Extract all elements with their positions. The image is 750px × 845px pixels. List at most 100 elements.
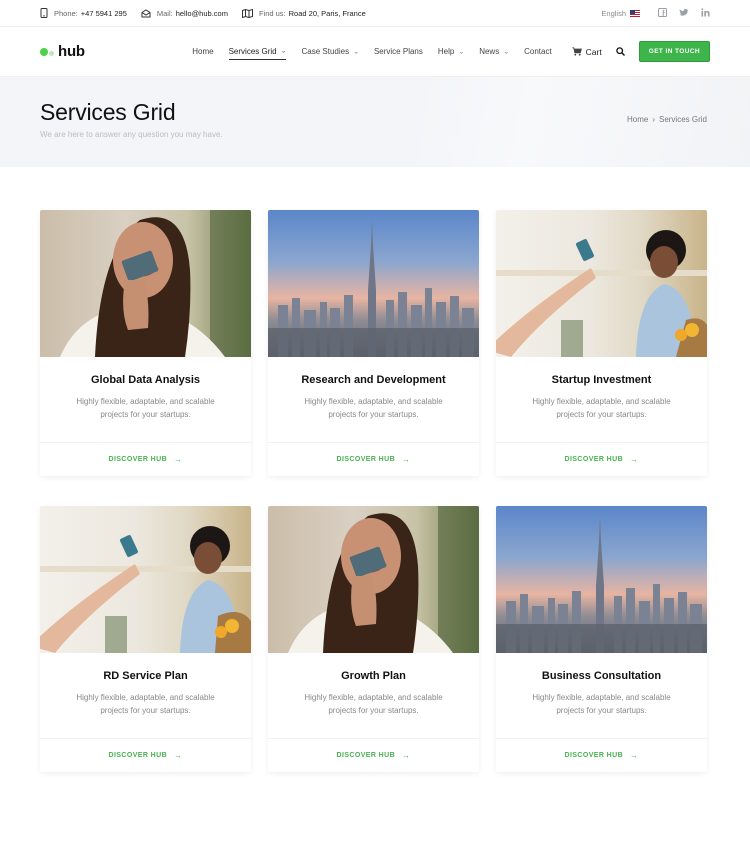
cart-icon	[571, 47, 582, 56]
card-description: Highly flexible, adaptable, and scalable…	[76, 693, 215, 715]
card-title[interactable]: Growth Plan	[268, 670, 479, 682]
card-title[interactable]: RD Service Plan	[40, 670, 251, 682]
discover-link[interactable]: DISCOVER HUB →	[268, 442, 479, 476]
mail-label: Mail:	[156, 8, 173, 18]
card-body: Business Consultation Highly flexible, a…	[496, 653, 707, 738]
service-card: Global Data Analysis Highly flexible, ad…	[40, 210, 251, 476]
breadcrumb-current: Services Grid	[658, 115, 707, 124]
facebook-icon[interactable]	[658, 7, 667, 19]
discover-link[interactable]: DISCOVER HUB →	[496, 738, 707, 772]
shop-payment-image[interactable]	[496, 210, 707, 357]
twitter-icon[interactable]	[679, 8, 689, 19]
card-body: Growth Plan Highly flexible, adaptable, …	[268, 653, 479, 738]
arrow-right-icon: →	[630, 455, 639, 464]
discover-label: DISCOVER HUB	[108, 456, 168, 463]
nav-item-help[interactable]: Help ⌄	[438, 44, 464, 59]
discover-label: DISCOVER HUB	[108, 752, 168, 759]
main-nav: Home Services Grid ⌄ Case Studies ⌄ Servic…	[177, 44, 552, 60]
map-icon	[241, 8, 253, 18]
woman-with-card-image[interactable]	[40, 210, 251, 357]
nav-label: Service Plans	[373, 47, 423, 56]
arrow-right-icon: →	[174, 751, 183, 760]
nav-label: Contact	[524, 47, 552, 56]
search-icon[interactable]	[615, 43, 625, 61]
card-body: Research and Development Highly flexible…	[268, 357, 479, 442]
us-flag-icon	[630, 9, 640, 17]
card-title[interactable]: Global Data Analysis	[40, 374, 251, 386]
chevron-right-icon: ›	[652, 115, 655, 124]
discover-link[interactable]: DISCOVER HUB →	[40, 738, 251, 772]
arrow-right-icon: →	[630, 751, 639, 760]
card-title[interactable]: Startup Investment	[496, 374, 707, 386]
card-title[interactable]: Research and Development	[268, 374, 479, 386]
nav-label: News	[479, 47, 500, 56]
chevron-down-icon: ⌄	[458, 49, 465, 55]
card-description: Highly flexible, adaptable, and scalable…	[532, 693, 671, 715]
service-card: Business Consultation Highly flexible, a…	[496, 506, 707, 772]
mail-info: Mail: hello@hub.com	[141, 9, 228, 18]
nav-item-contact[interactable]: Contact	[524, 44, 552, 59]
nav-item-services-grid[interactable]: Services Grid ⌄	[228, 44, 287, 60]
nav-item-home[interactable]: Home	[192, 44, 213, 59]
woman-with-card-image[interactable]	[268, 506, 479, 653]
logo-dot-icon	[40, 47, 48, 56]
page-title: Services Grid	[40, 99, 176, 125]
city-skyline-image[interactable]	[496, 506, 707, 653]
card-title[interactable]: Business Consultation	[496, 670, 707, 682]
card-body: Startup Investment Highly flexible, adap…	[496, 357, 707, 442]
card-description: Highly flexible, adaptable, and scalable…	[304, 397, 443, 419]
main-header: hub Home Services Grid ⌄ Case Studies ⌄ Se…	[0, 27, 750, 77]
discover-label: DISCOVER HUB	[564, 752, 624, 759]
chevron-down-icon: ⌄	[280, 48, 287, 54]
language-label: English	[601, 8, 626, 18]
service-card: Research and Development Highly flexible…	[268, 210, 479, 476]
location-address: Road 20, Paris, France	[288, 8, 366, 18]
social-links	[658, 7, 710, 19]
chevron-down-icon: ⌄	[353, 49, 359, 55]
discover-label: DISCOVER HUB	[336, 456, 396, 463]
nav-label: Services Grid	[228, 46, 277, 56]
card-body: Global Data Analysis Highly flexible, ad…	[40, 357, 251, 442]
service-card: RD Service Plan Highly flexible, adaptab…	[40, 506, 251, 772]
shop-payment-image[interactable]	[40, 506, 251, 653]
nav-item-case-studies[interactable]: Case Studies ⌄	[301, 44, 358, 59]
service-card: Growth Plan Highly flexible, adaptable, …	[268, 506, 479, 772]
mail-address[interactable]: hello@hub.com	[176, 9, 228, 18]
service-card: Startup Investment Highly flexible, adap…	[496, 210, 707, 476]
language-selector[interactable]: English	[601, 9, 640, 18]
mail-icon	[141, 8, 151, 17]
discover-link[interactable]: DISCOVER HUB →	[496, 442, 707, 476]
breadcrumb-home[interactable]: Home	[627, 115, 648, 124]
cart-label: Cart	[585, 46, 602, 57]
phone-label: Phone:	[54, 8, 78, 18]
nav-label: Help	[437, 47, 455, 56]
discover-link[interactable]: DISCOVER HUB →	[40, 442, 251, 476]
logo-text: hub	[58, 43, 85, 60]
phone-icon	[40, 8, 48, 18]
page-subtitle: We are here to answer any question you m…	[40, 130, 223, 139]
top-info-bar: Phone: +47 5941 295 Mail: hello@hub.com …	[0, 0, 750, 27]
discover-link[interactable]: DISCOVER HUB →	[268, 738, 479, 772]
nav-item-news[interactable]: News ⌄	[479, 44, 509, 59]
phone-info: Phone: +47 5941 295	[40, 8, 127, 18]
site-logo[interactable]: hub	[40, 43, 85, 60]
card-body: RD Service Plan Highly flexible, adaptab…	[40, 653, 251, 738]
get-in-touch-button[interactable]: GET IN TOUCH	[638, 41, 710, 62]
city-skyline-image[interactable]	[268, 210, 479, 357]
phone-number: +47 5941 295	[80, 8, 127, 18]
cart-button[interactable]: Cart	[571, 46, 602, 57]
nav-label: Home	[192, 47, 214, 56]
nav-item-service-plans[interactable]: Service Plans	[374, 44, 423, 59]
logo-dot-small-icon	[49, 51, 54, 56]
location-info: Find us: Road 20, Paris, France	[241, 8, 366, 18]
discover-label: DISCOVER HUB	[336, 752, 396, 759]
discover-label: DISCOVER HUB	[564, 456, 624, 463]
card-description: Highly flexible, adaptable, and scalable…	[76, 397, 215, 419]
linkedin-icon[interactable]	[701, 7, 710, 19]
arrow-right-icon: →	[402, 455, 411, 464]
location-label: Find us:	[258, 8, 286, 18]
page-title-band: Services Grid We are here to answer any …	[0, 77, 750, 167]
card-description: Highly flexible, adaptable, and scalable…	[532, 397, 671, 419]
breadcrumb: Home › Services Grid	[627, 115, 707, 124]
arrow-right-icon: →	[174, 455, 183, 464]
